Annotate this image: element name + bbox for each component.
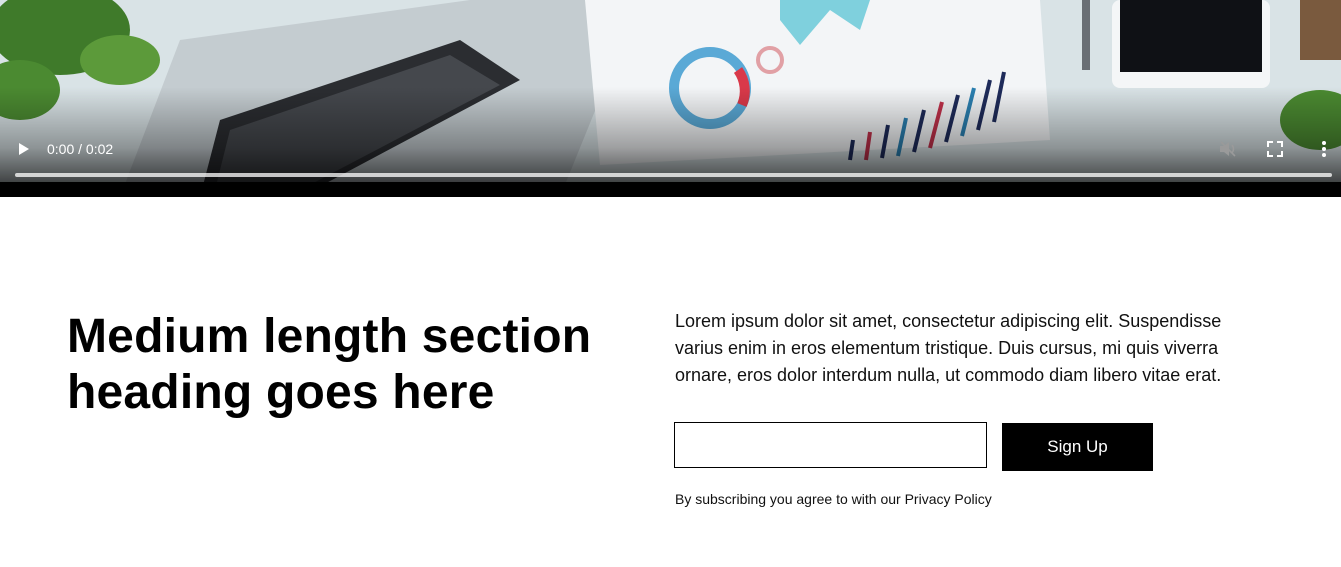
email-field[interactable]	[674, 422, 987, 468]
section-description: Lorem ipsum dolor sit amet, consectetur …	[675, 311, 1222, 385]
sign-up-button[interactable]: Sign Up	[1002, 423, 1153, 471]
volume-muted-icon[interactable]	[1217, 139, 1239, 159]
notebook-image	[1300, 0, 1341, 60]
video-progress-bar[interactable]	[15, 173, 1332, 177]
more-vertical-icon[interactable]	[1316, 140, 1332, 158]
privacy-policy-link[interactable]: Privacy Policy	[905, 491, 992, 507]
section-heading: Medium length section heading goes here	[67, 310, 592, 419]
video-controls-bar: 0:00 / 0:02	[0, 134, 1341, 164]
video-player[interactable]: 0:00 / 0:02	[0, 0, 1341, 197]
privacy-notice-text: By subscribing you agree to with our	[675, 491, 905, 507]
privacy-notice: By subscribing you agree to with our Pri…	[675, 491, 992, 507]
tablet-image	[1112, 0, 1270, 88]
video-letterbox	[0, 182, 1341, 197]
play-icon[interactable]	[14, 140, 32, 158]
pencil-image	[1082, 0, 1090, 70]
newsletter-section: Medium length section heading goes here …	[0, 197, 1341, 567]
fullscreen-icon[interactable]	[1266, 140, 1284, 158]
video-time-display: 0:00 / 0:02	[47, 141, 114, 157]
